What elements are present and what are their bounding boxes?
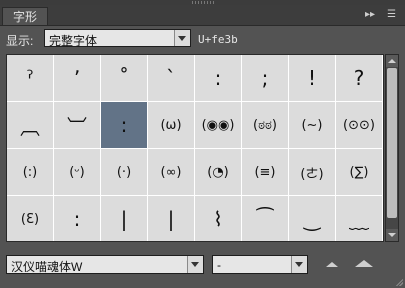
glyph-cell[interactable]: ˋ [148, 55, 195, 102]
show-label: 显示: [6, 34, 34, 48]
glyph-cell[interactable]: (∑) [336, 149, 383, 196]
glyph-cell[interactable]: (ω) [148, 102, 195, 149]
font-selection-row: 汉仪喵魂体W - [0, 250, 405, 280]
glyph-grid: ˀ ʼ ˚ ˋ:;!? ︹ ︺: (ω) (◉◉) (ಠಠ) (~) (⊙⊙) (:) (ᵕ) (·) (∞… [7, 55, 383, 241]
scrollbar-thumb[interactable] [387, 68, 397, 218]
tab-glyphs[interactable]: 字形 [2, 7, 48, 25]
glyph-cell[interactable]: | [148, 196, 195, 241]
glyph-cell[interactable]: (◉◉) [195, 102, 242, 149]
glyph-cell[interactable]: (⊙⊙) [336, 102, 383, 149]
glyph-grid-viewport: ˀ ʼ ˚ ˋ:;!? ︹ ︺: (ω) (◉◉) (ಠಠ) (~) (⊙⊙) (:) (ᵕ) (·) (∞… [6, 54, 384, 242]
glyph-cell[interactable]: ʼ [54, 55, 101, 102]
glyph-cell[interactable]: ︺ [54, 102, 101, 149]
glyph-cell[interactable]: ︹ [7, 102, 54, 149]
glyph-cell[interactable]: | [101, 196, 148, 241]
chevron-down-icon[interactable] [174, 30, 190, 46]
glyph-cell[interactable]: ? [336, 55, 383, 102]
glyph-cell[interactable]: (:) [7, 149, 54, 196]
glyph-cell[interactable]: (ಠಠ) [242, 102, 289, 149]
glyph-cell[interactable]: (◔) [195, 149, 242, 196]
glyph-cell[interactable]: (∞) [148, 149, 195, 196]
zoom-in-icon[interactable] [355, 260, 373, 267]
vertical-scrollbar[interactable] [385, 54, 399, 242]
scroll-up-button[interactable] [386, 55, 398, 67]
chevron-down-icon[interactable] [187, 256, 203, 273]
glyph-cell[interactable]: (ㄜ) [289, 149, 336, 196]
glyph-cell[interactable]: (·) [101, 149, 148, 196]
glyph-cell[interactable]: ⁀ [242, 196, 289, 241]
glyph-cell[interactable]: : [54, 196, 101, 241]
chevron-down-icon[interactable] [291, 256, 307, 273]
font-style-value: - [217, 258, 221, 272]
glyph-cell[interactable]: ! [289, 55, 336, 102]
glyphs-panel: 字形 ▸▸ ☰ 显示: 完整字体 U+fe3b ˀ ʼ ˚ ˋ:;!? ︹ ︺: (ω) (◉… [0, 0, 405, 288]
glyph-cell[interactable]: (Ɛ) [7, 196, 54, 241]
unicode-value: U+fe3b [198, 33, 238, 46]
scroll-down-button[interactable] [386, 229, 398, 241]
font-family-dropdown[interactable]: 汉仪喵魂体W [6, 255, 204, 274]
glyph-cell[interactable]: ⌇ [195, 196, 242, 241]
glyph-options-row: 显示: 完整字体 U+fe3b [0, 26, 405, 54]
font-family-value: 汉仪喵魂体W [11, 260, 83, 274]
glyph-cell[interactable]: (ᵕ) [54, 149, 101, 196]
font-style-dropdown[interactable]: - [212, 255, 308, 274]
glyph-cell[interactable]: ˚ [101, 55, 148, 102]
glyph-cell[interactable]: ˀ [7, 55, 54, 102]
resize-grip-icon[interactable] [395, 278, 403, 286]
zoom-out-icon[interactable] [326, 262, 338, 267]
glyph-cell[interactable]: : [195, 55, 242, 102]
show-dropdown-value: 完整字体 [49, 34, 98, 48]
glyph-cell[interactable]: ‿ [289, 196, 336, 241]
glyph-cell[interactable]: (~) [289, 102, 336, 149]
glyph-cell[interactable]: ﹏ [336, 196, 383, 241]
double-arrow-icon[interactable]: ▸▸ [365, 9, 375, 21]
panel-titlebar: 字形 ▸▸ ☰ [0, 5, 405, 26]
glyph-cell[interactable]: (≡) [242, 149, 289, 196]
glyph-cell[interactable]: : [101, 102, 148, 149]
show-dropdown[interactable]: 完整字体 [44, 29, 191, 48]
glyph-cell[interactable]: ; [242, 55, 289, 102]
panel-menu-icon[interactable]: ☰ [387, 9, 396, 21]
